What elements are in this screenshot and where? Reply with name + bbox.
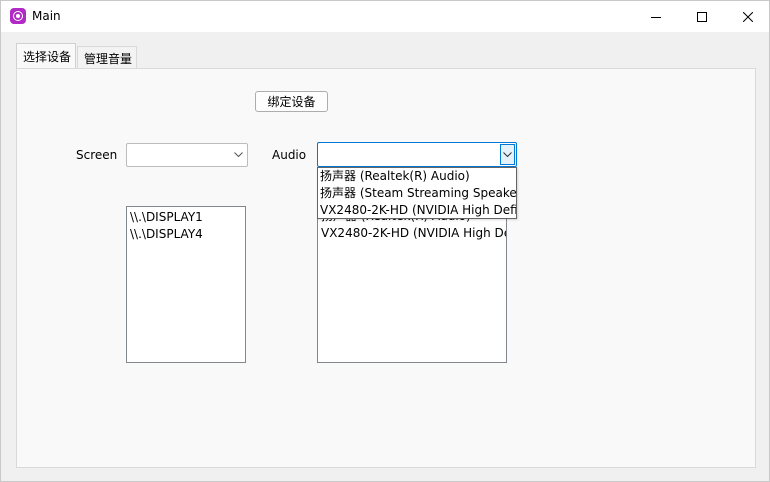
chevron-down-icon[interactable] <box>500 144 515 165</box>
window-title: Main <box>32 9 61 23</box>
audio-listbox[interactable]: 扬声器 (Realtek(R) Audio) VX2480-2K-HD (NVI… <box>317 206 507 363</box>
audio-combobox[interactable] <box>317 142 517 167</box>
audio-dropdown-list[interactable]: 扬声器 (Realtek(R) Audio) 扬声器 (Steam Stream… <box>317 167 517 219</box>
minimize-button[interactable] <box>633 1 679 32</box>
minimize-icon <box>651 16 661 18</box>
app-icon <box>10 8 26 24</box>
dropdown-option[interactable]: 扬声器 (Steam Streaming Speakers) <box>320 185 516 202</box>
audio-label: Audio <box>272 148 307 162</box>
bind-device-button[interactable]: 绑定设备 <box>255 91 328 112</box>
screen-listbox[interactable]: \\.\DISPLAY1 \\.\DISPLAY4 <box>126 206 246 363</box>
title-bar[interactable]: Main <box>1 1 769 32</box>
list-item[interactable]: VX2480-2K-HD (NVIDIA High Definition Aud… <box>321 225 506 242</box>
chevron-down-icon[interactable] <box>230 144 247 166</box>
tab-manage-volume[interactable]: 管理音量 <box>77 46 137 68</box>
close-button[interactable] <box>725 1 770 32</box>
maximize-button[interactable] <box>679 1 725 32</box>
screen-label: Screen <box>76 148 118 162</box>
dropdown-option[interactable]: VX2480-2K-HD (NVIDIA High Definition Aud… <box>320 202 516 218</box>
screen-combobox[interactable] <box>126 143 248 167</box>
dropdown-option[interactable]: 扬声器 (Realtek(R) Audio) <box>320 168 470 185</box>
maximize-icon <box>697 11 707 22</box>
tab-select-device[interactable]: 选择设备 <box>16 43 76 68</box>
list-item[interactable]: \\.\DISPLAY4 <box>130 226 203 243</box>
close-icon <box>743 11 753 22</box>
list-item[interactable]: \\.\DISPLAY1 <box>130 209 203 226</box>
main-window: Main 选择设备 管理音量 绑定设备 Screen Audio \\.\DIS… <box>0 0 770 482</box>
